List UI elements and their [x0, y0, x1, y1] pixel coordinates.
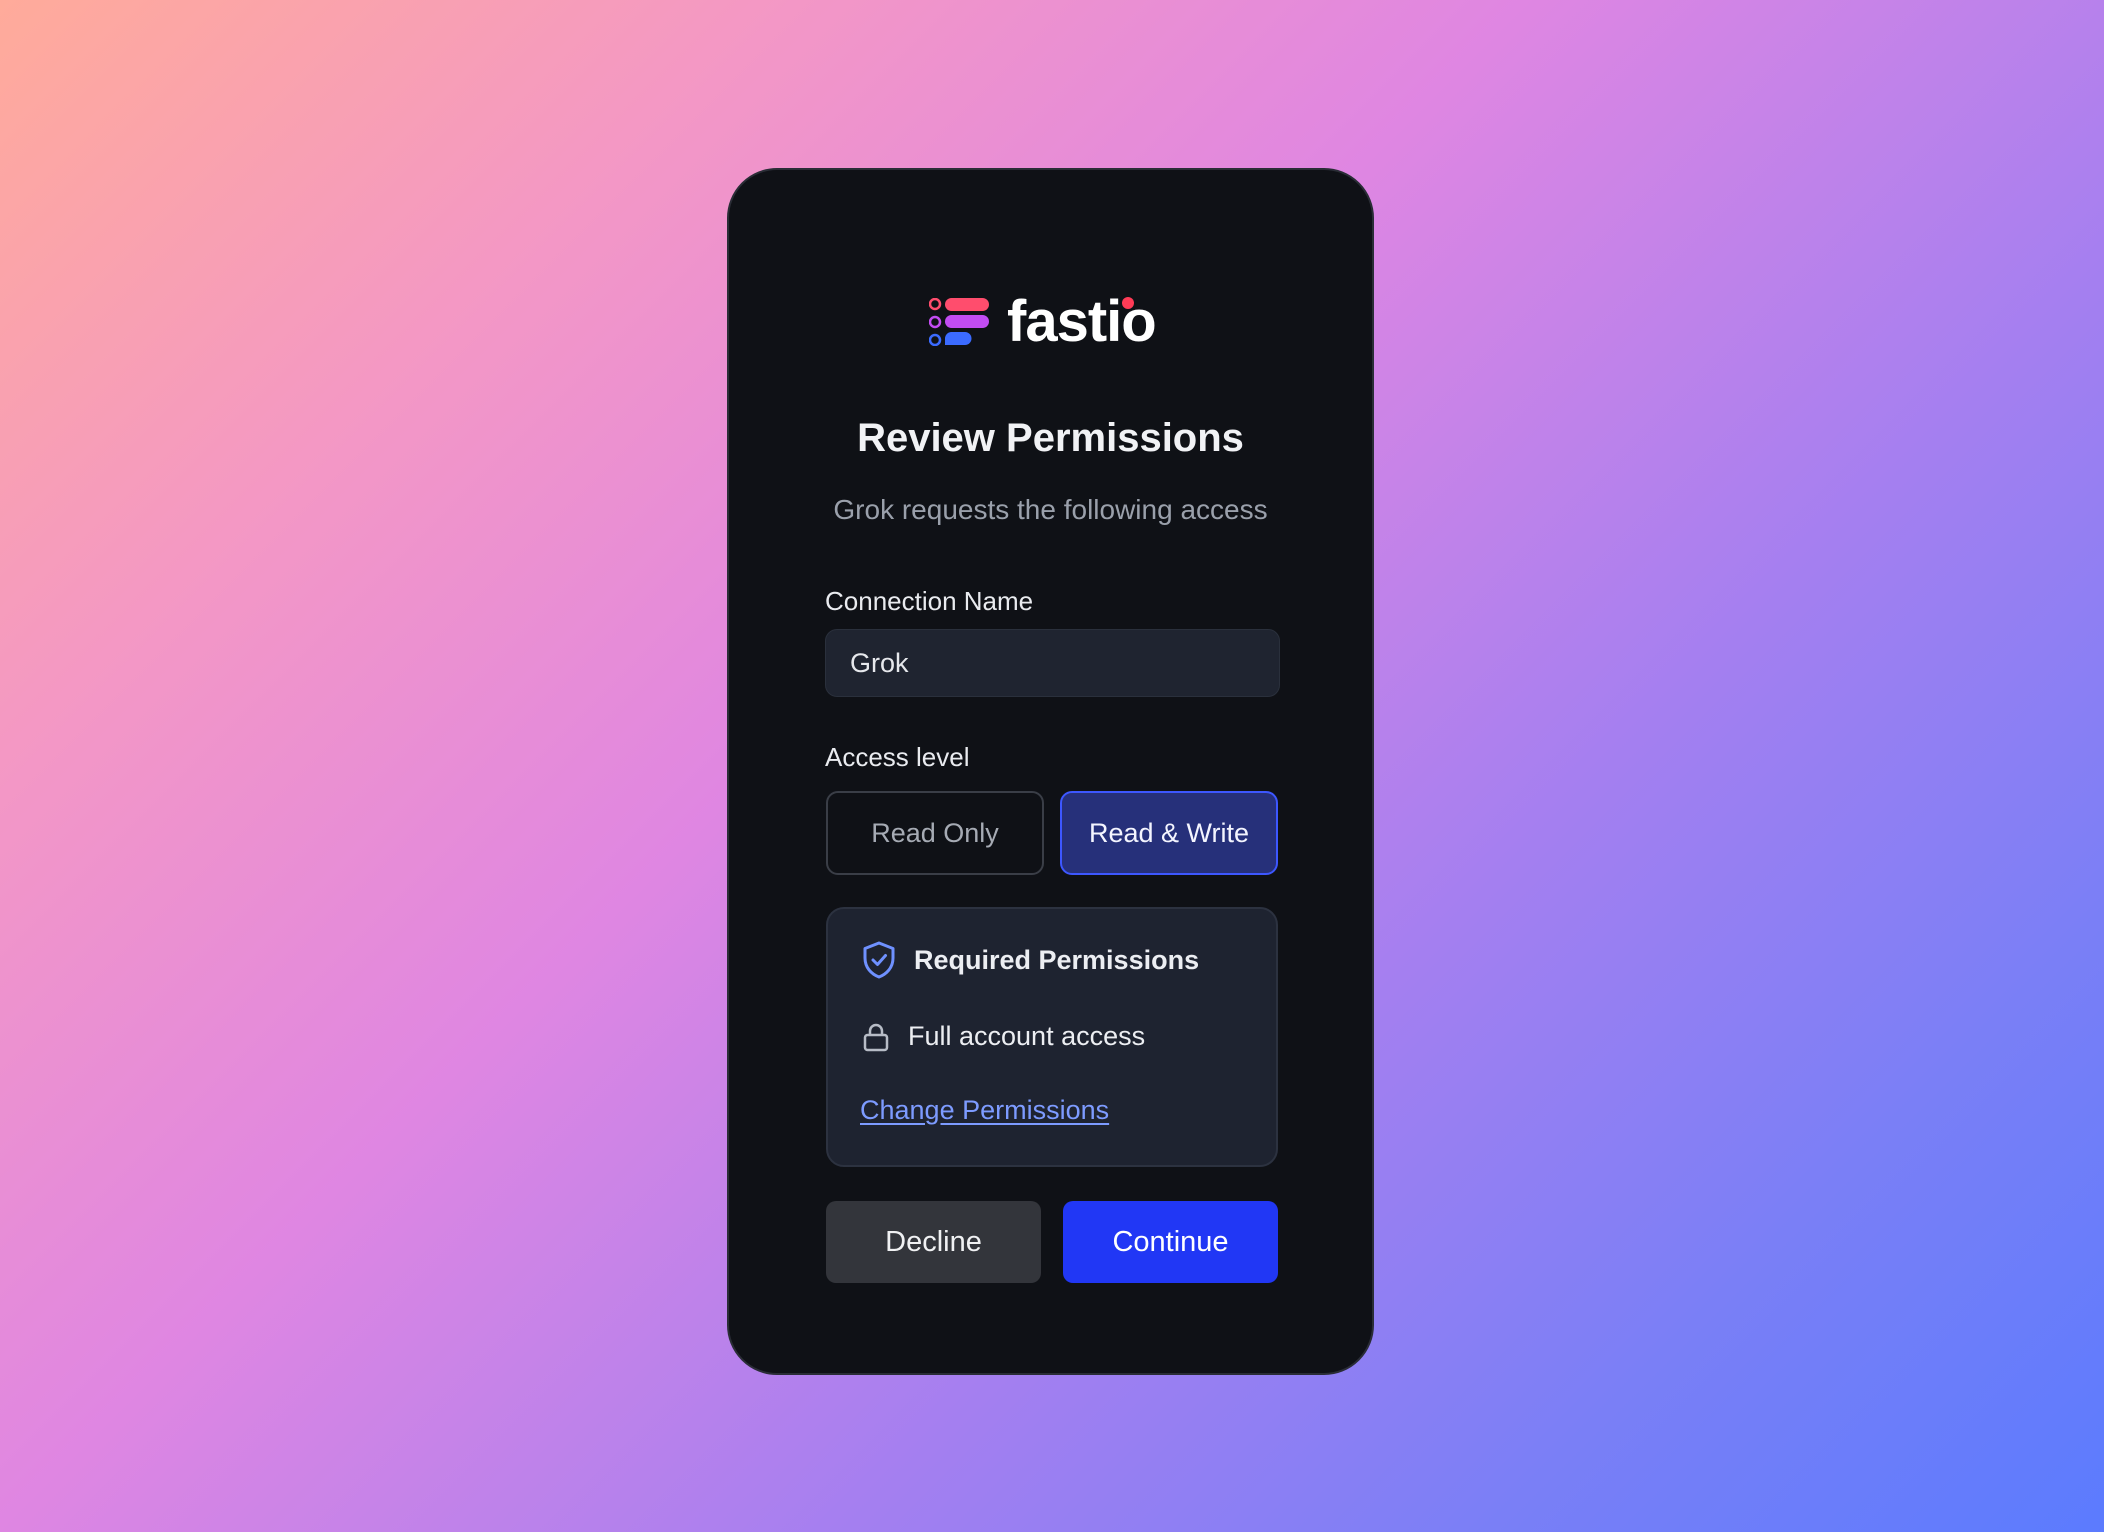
shield-check-icon [863, 941, 895, 979]
permission-item-label: Full account access [908, 1021, 1146, 1051]
page-title: Review Permissions [857, 416, 1244, 460]
connection-name-input[interactable] [825, 629, 1280, 697]
access-level-label: Access level [825, 742, 970, 772]
required-permissions-panel: Required Permissions Full account access… [826, 907, 1278, 1167]
connection-name-label: Connection Name [825, 586, 1034, 616]
access-read-only-option[interactable]: Read Only [826, 791, 1044, 875]
decline-button[interactable]: Decline [826, 1201, 1041, 1283]
permissions-card: fastio Review Permissions Grok requests … [727, 168, 1374, 1375]
fastio-logo-icon [929, 298, 989, 346]
access-read-write-option[interactable]: Read & Write [1060, 791, 1278, 875]
continue-button[interactable]: Continue [1063, 1201, 1278, 1283]
required-permissions-header: Required Permissions [862, 941, 1199, 979]
required-permissions-title: Required Permissions [914, 944, 1200, 975]
fastio-logo: fastio [929, 289, 1157, 354]
change-permissions-link[interactable]: Change Permissions [860, 1095, 1109, 1126]
logo-wordmark: fastio [1007, 289, 1157, 354]
logo-dot [1121, 297, 1134, 309]
permission-item: Full account access [862, 1021, 1145, 1052]
lock-icon [863, 1023, 889, 1051]
page-subtitle: Grok requests the following access [833, 494, 1268, 525]
